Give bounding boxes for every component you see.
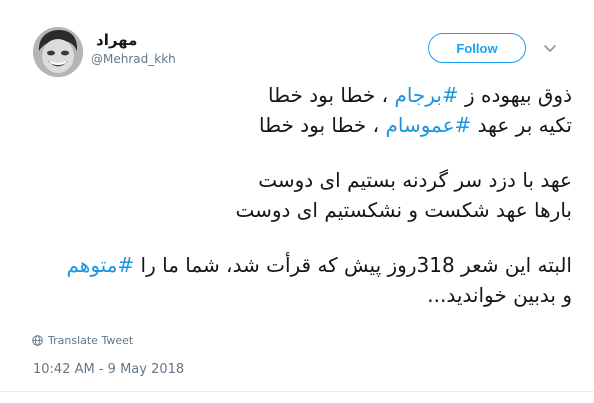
hashtag-link[interactable]: #عموسام xyxy=(385,113,471,137)
tweet-line: عهد با دزد سر گردنه بستیم ای دوست xyxy=(258,168,572,192)
tweet-line: و بدبین خواندید... xyxy=(427,283,572,307)
tweet-timestamp[interactable]: 10:42 AM - 9 May 2018 xyxy=(33,362,184,377)
translate-tweet-link[interactable]: Translate Tweet xyxy=(32,332,133,348)
tweet-line: البته این شعر 318روز پیش که قرأت شد، شما… xyxy=(20,250,572,280)
tweet-text-fragment: تکیه بر عهد xyxy=(471,113,572,137)
tweet-text-fragment: ، خطا بود خطا xyxy=(259,113,386,137)
chevron-down-icon[interactable] xyxy=(543,40,557,54)
tweet-line: تکیه بر عهد #عموسام ، خطا بود خطا xyxy=(20,110,572,140)
hashtag-link[interactable]: #برجام xyxy=(394,83,458,107)
globe-icon xyxy=(32,334,43,346)
avatar-photo-icon xyxy=(33,27,83,77)
tweet-text-fragment: البته این شعر 318روز پیش که قرأت شد، شما… xyxy=(134,253,572,277)
tweet-text-fragment: ، خطا بود خطا xyxy=(268,83,395,107)
tweet-header: مهراد @Mehrad_kkh Follow xyxy=(0,0,594,80)
author-handle[interactable]: @Mehrad_kkh xyxy=(91,52,176,66)
tweet-line: ذوق بیهوده ز #برجام ، خطا بود خطا xyxy=(20,80,572,110)
hashtag-link[interactable]: #متوهم xyxy=(66,253,134,277)
tweet-line: بارها عهد شکست و نشکستیم ای دوست xyxy=(235,198,572,222)
follow-button[interactable]: Follow xyxy=(428,33,526,63)
avatar[interactable] xyxy=(33,27,83,77)
divider xyxy=(0,391,594,392)
author-display-name[interactable]: مهراد xyxy=(96,31,137,49)
translate-tweet-label[interactable]: Translate Tweet xyxy=(48,334,133,347)
tweet-text: ذوق بیهوده ز #برجام ، خطا بود خطا تکیه ب… xyxy=(20,80,572,310)
tweet-text-fragment: ذوق بیهوده ز xyxy=(458,83,572,107)
